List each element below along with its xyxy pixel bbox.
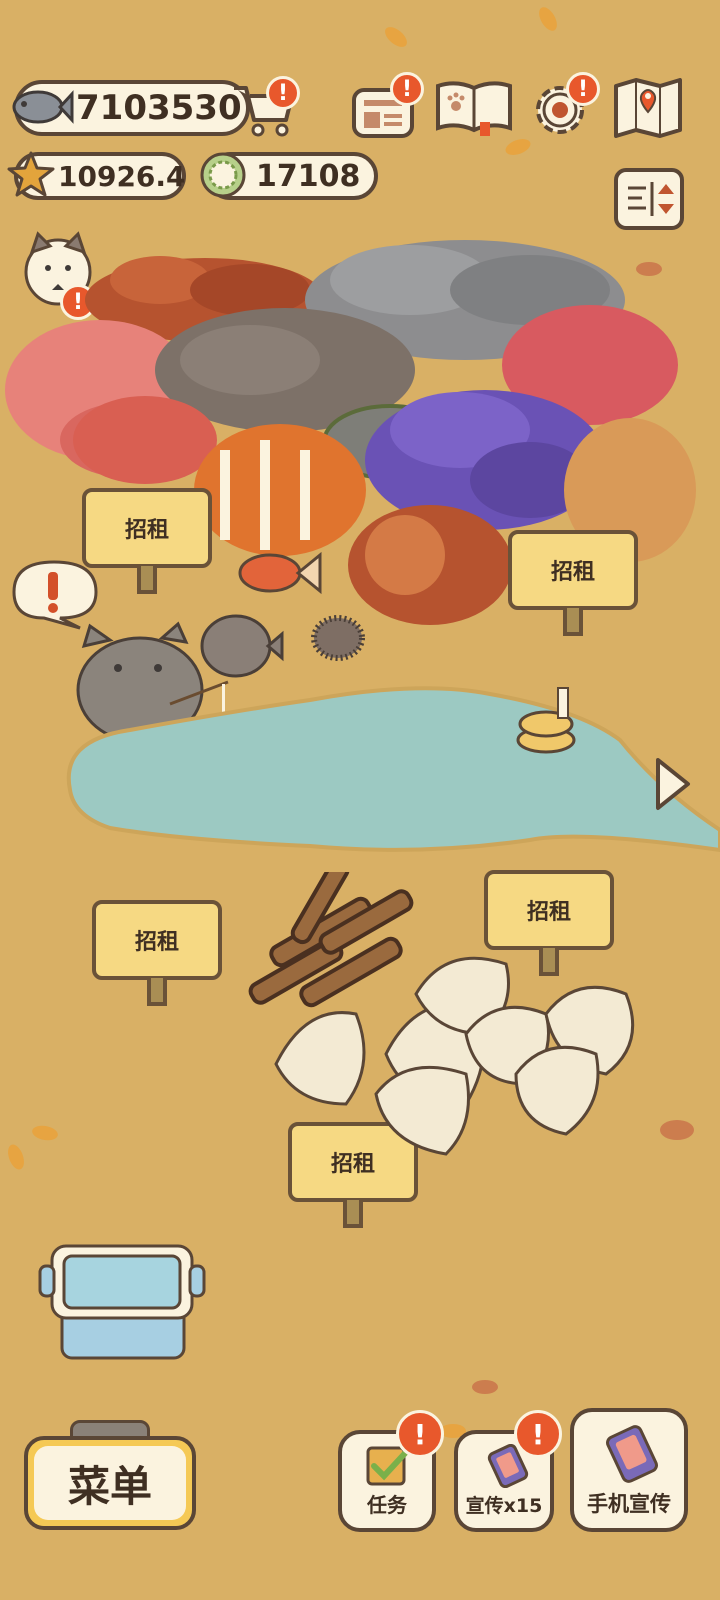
shell-coin-icon [198, 150, 248, 200]
settings-alert-badge: ! [566, 72, 600, 106]
phone-promote-label: 手机宣传 [587, 1492, 671, 1516]
news-alert-badge: ! [390, 72, 424, 106]
tasks-label: 任务 [367, 1493, 407, 1517]
sea-urchin [306, 612, 370, 664]
pond [60, 680, 720, 860]
promote-label: 宣传x15 [465, 1495, 543, 1517]
boat-stack [516, 684, 578, 760]
fish-icon [8, 82, 74, 132]
leaf-decoration [503, 135, 533, 159]
star-currency-value: 10926.4 [58, 159, 186, 193]
menu-label: 菜单 [34, 1446, 186, 1520]
menu-button[interactable]: 菜单 [24, 1420, 196, 1530]
octopus-pile [345, 500, 515, 630]
coin-currency-value: 17108 [256, 158, 361, 194]
promote-alert-badge: ! [514, 1410, 562, 1458]
star-icon [6, 150, 56, 200]
stingray-pile [266, 954, 656, 1174]
leaf-decoration [472, 1380, 498, 1394]
chevron-right-icon[interactable] [650, 754, 694, 814]
phone-icon [602, 1424, 662, 1484]
pufferfish [198, 612, 284, 678]
rent-sign[interactable]: 招租 [92, 900, 222, 1010]
goldfish [232, 545, 322, 601]
fish-currency-value: 7103530 [76, 88, 242, 128]
leaf-decoration [660, 1120, 694, 1140]
phone-promote-button[interactable]: 手机宣传 [570, 1408, 688, 1532]
leaf-decoration [30, 1123, 60, 1143]
rent-sign[interactable]: 招租 [508, 530, 638, 640]
leaf-decoration [381, 23, 411, 51]
map-icon[interactable] [612, 78, 684, 138]
paw-book-icon[interactable] [434, 78, 514, 138]
leaf-decoration [4, 1142, 28, 1172]
shop-alert-badge: ! [266, 76, 300, 110]
leaf-decoration [535, 4, 561, 34]
tasks-alert-badge: ! [396, 1410, 444, 1458]
water-tank[interactable] [38, 1242, 206, 1364]
leaf-decoration [636, 262, 662, 276]
